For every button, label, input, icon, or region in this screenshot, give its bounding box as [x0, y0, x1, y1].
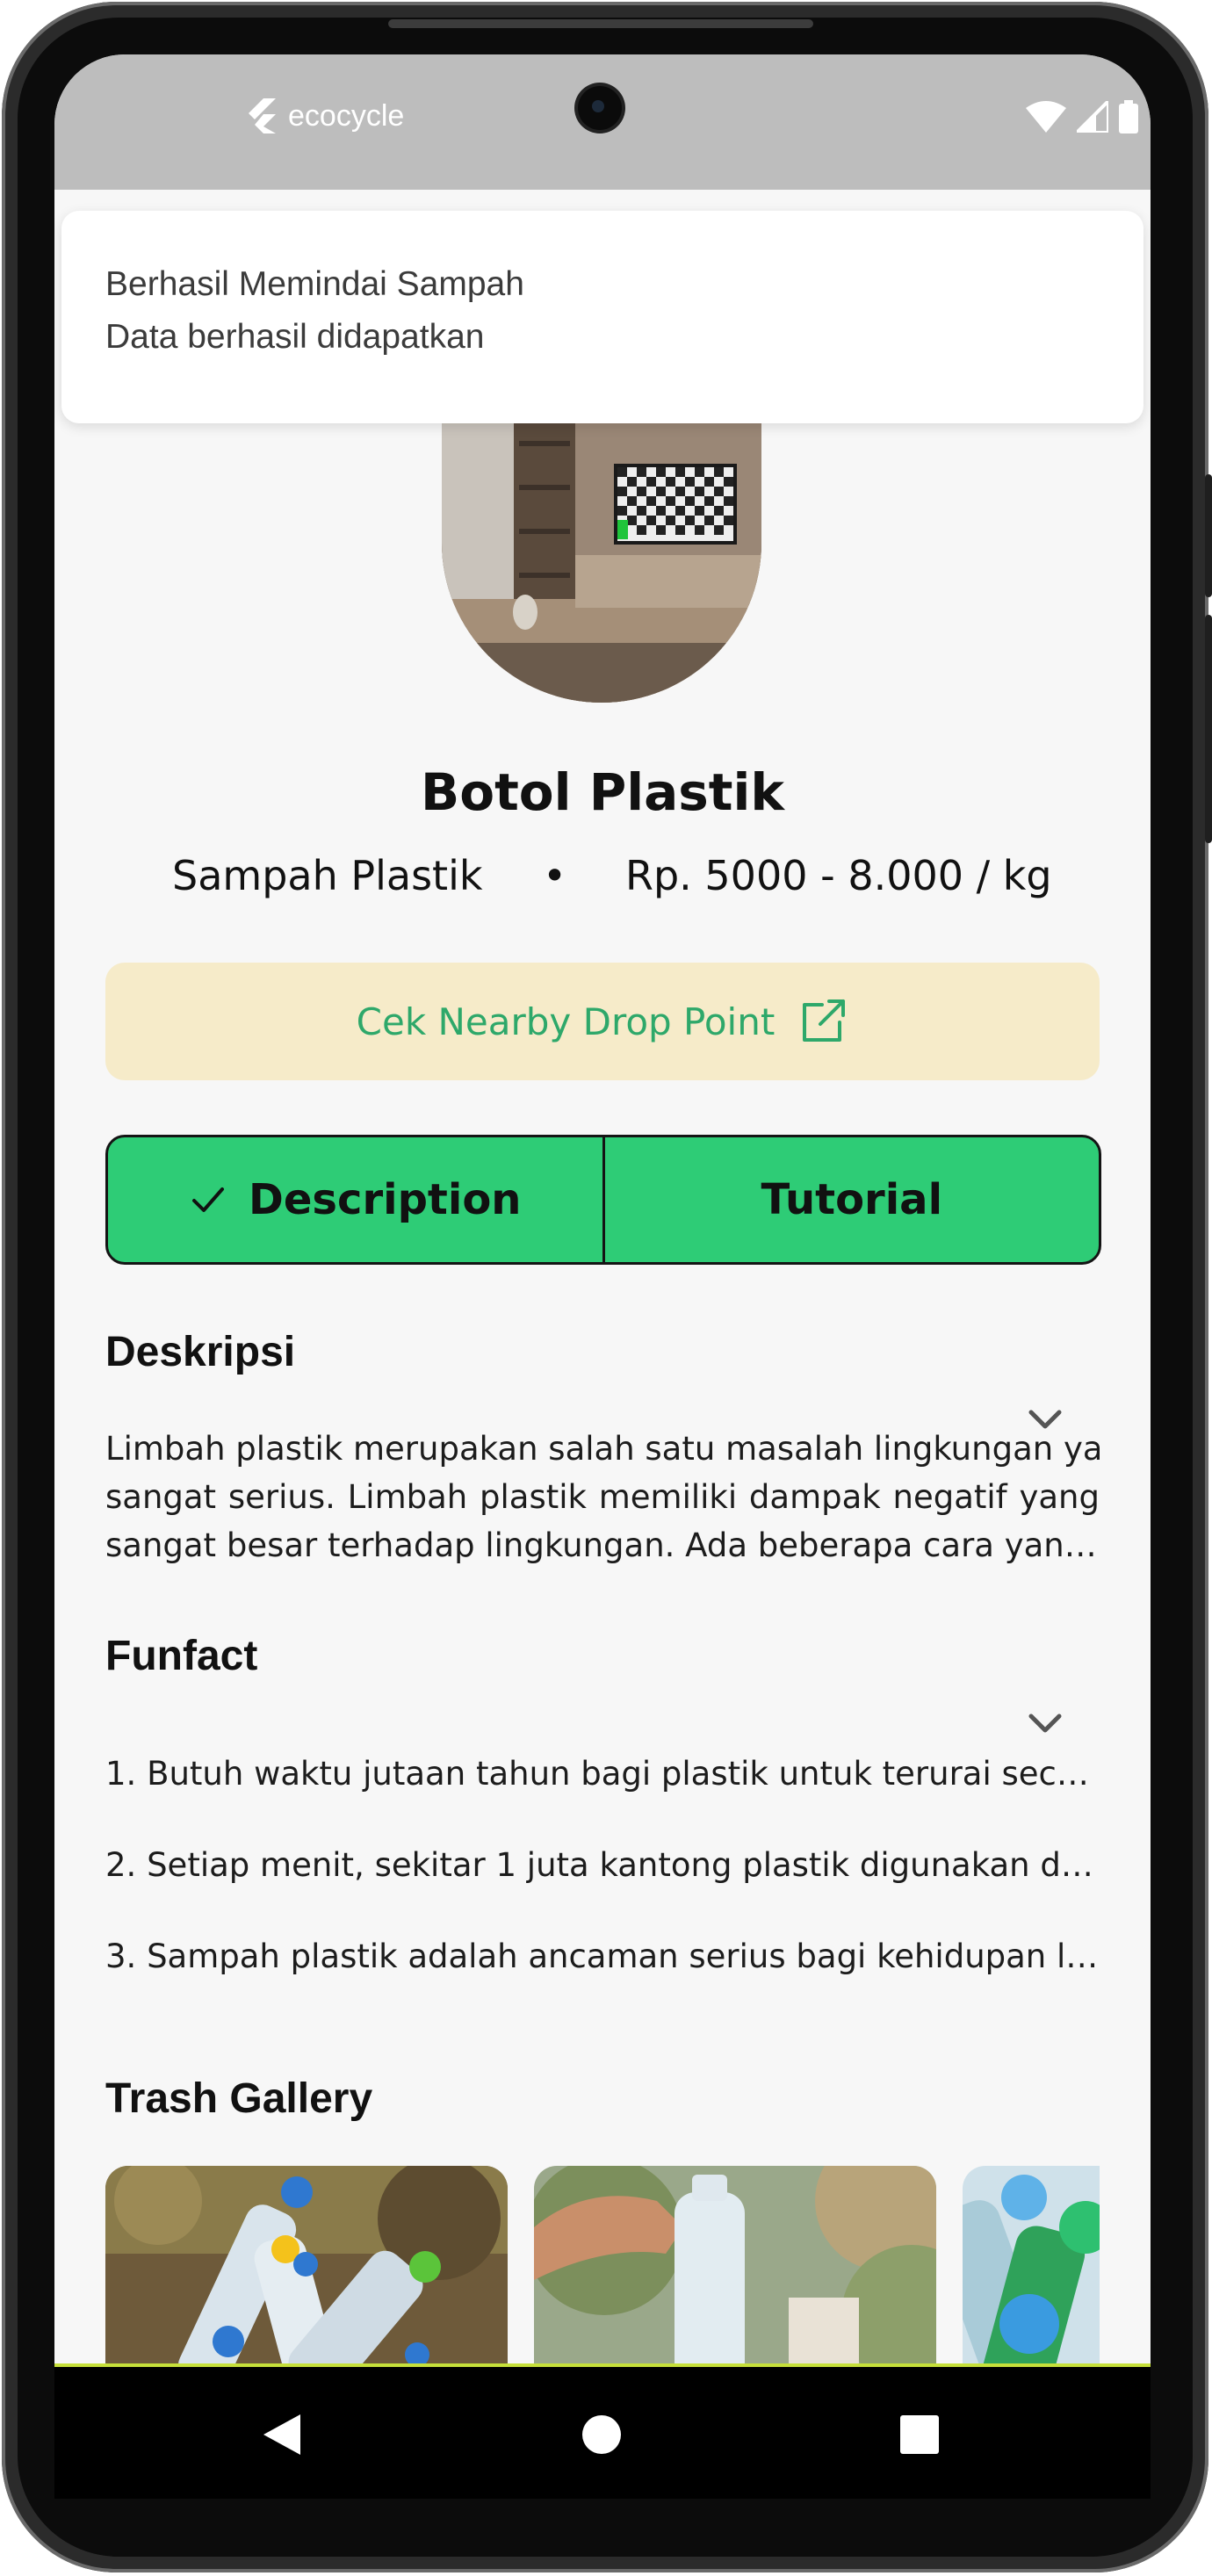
snackbar-title: Berhasil Memindai Sampah — [105, 265, 524, 303]
volume-button — [1205, 474, 1212, 597]
battery-icon — [1119, 100, 1138, 133]
trash-gallery — [105, 2166, 1100, 2377]
tab-description[interactable]: Description — [108, 1137, 602, 1262]
funfact-heading: Funfact — [105, 1633, 258, 1679]
nearby-drop-point-button[interactable]: Cek Nearby Drop Point — [105, 963, 1100, 1080]
front-camera — [578, 86, 622, 130]
funfact-item: 3. Sampah plastik adalah ancaman serius … — [105, 1937, 1100, 1975]
gallery-image[interactable] — [105, 2166, 508, 2377]
product-price: Rp. 5000 - 8.000 / kg — [625, 852, 1052, 899]
system-icons — [1026, 100, 1138, 133]
description-line: Limbah plastik merupakan salah satu masa… — [105, 1430, 1100, 1468]
app-indicator: ecocycle — [246, 98, 404, 133]
app-screen: ecocycle Berhasil Memindai Sampah Data b… — [54, 54, 1151, 2431]
product-category: Sampah Plastik — [172, 852, 483, 899]
home-icon[interactable] — [581, 2414, 622, 2455]
gallery-image[interactable] — [534, 2166, 936, 2377]
tab-tutorial-label: Tutorial — [761, 1175, 943, 1224]
description-heading: Deskripsi — [105, 1329, 296, 1375]
tab-description-label: Description — [249, 1175, 522, 1224]
gallery-image[interactable] — [963, 2166, 1100, 2377]
recents-icon[interactable] — [899, 2414, 940, 2455]
check-icon — [192, 1187, 225, 1212]
status-bar: ecocycle — [54, 54, 1151, 190]
external-link-icon — [803, 999, 846, 1042]
tab-tutorial[interactable]: Tutorial — [602, 1137, 1100, 1262]
scan-success-snackbar: Berhasil Memindai Sampah Data berhasil d… — [61, 211, 1143, 423]
flutter-logo-icon — [249, 98, 276, 133]
app-name: ecocycle — [288, 98, 405, 133]
content-tabs: Description Tutorial — [105, 1135, 1101, 1265]
description-line: sangat besar terhadap lingkungan. Ada be… — [105, 1526, 1100, 1564]
nearby-button-label: Cek Nearby Drop Point — [356, 999, 776, 1043]
description-text: Limbah plastik merupakan salah satu masa… — [105, 1425, 1100, 1569]
meta-separator: • — [543, 852, 567, 899]
signal-icon — [1077, 101, 1108, 133]
gallery-heading: Trash Gallery — [105, 2075, 373, 2122]
product-name: Botol Plastik — [421, 762, 784, 822]
funfact-item: 1. Butuh waktu jutaan tahun bagi plastik… — [105, 1755, 1100, 1793]
description-line: sangat serius. Limbah plastik memiliki d… — [105, 1478, 1100, 1516]
funfact-item: 2. Setiap menit, sekitar 1 juta kantong … — [105, 1846, 1100, 1884]
back-icon[interactable] — [262, 2413, 302, 2457]
navigation-bar — [54, 2367, 1151, 2499]
power-button — [1205, 615, 1212, 843]
phone-earpiece — [388, 19, 813, 28]
scanned-image — [442, 423, 761, 703]
wifi-icon — [1026, 101, 1066, 133]
snackbar-message: Data berhasil didapatkan — [105, 318, 485, 356]
chevron-down-icon[interactable] — [1026, 1711, 1064, 1737]
tv-screen — [614, 464, 737, 545]
